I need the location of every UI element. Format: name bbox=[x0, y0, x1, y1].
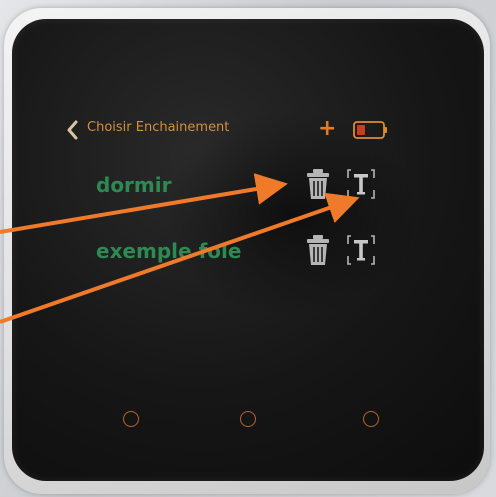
circle-button-icon[interactable] bbox=[363, 411, 379, 427]
plus-icon[interactable]: + bbox=[318, 118, 336, 140]
screen-header: Choisir Enchainement + bbox=[60, 115, 430, 145]
list-item[interactable]: dormir bbox=[60, 167, 430, 207]
text-edit-icon[interactable] bbox=[347, 168, 375, 200]
list-item-label: dormir bbox=[96, 173, 172, 197]
text-edit-icon[interactable] bbox=[347, 234, 375, 266]
trash-icon[interactable] bbox=[306, 233, 330, 267]
device-screen: Choisir Enchainement + dormir exemple fo… bbox=[60, 95, 430, 427]
circle-button-icon[interactable] bbox=[240, 411, 256, 427]
battery-low-icon bbox=[353, 121, 389, 139]
chevron-left-icon[interactable] bbox=[64, 120, 82, 140]
trash-icon[interactable] bbox=[306, 167, 330, 201]
softkey-bar bbox=[60, 411, 430, 441]
list-item-label: exemple fole bbox=[96, 239, 242, 263]
screen-title: Choisir Enchainement bbox=[87, 120, 230, 135]
photo-background: Choisir Enchainement + dormir exemple fo… bbox=[0, 0, 496, 497]
circle-button-icon[interactable] bbox=[123, 411, 139, 427]
list-item[interactable]: exemple fole bbox=[60, 233, 430, 273]
